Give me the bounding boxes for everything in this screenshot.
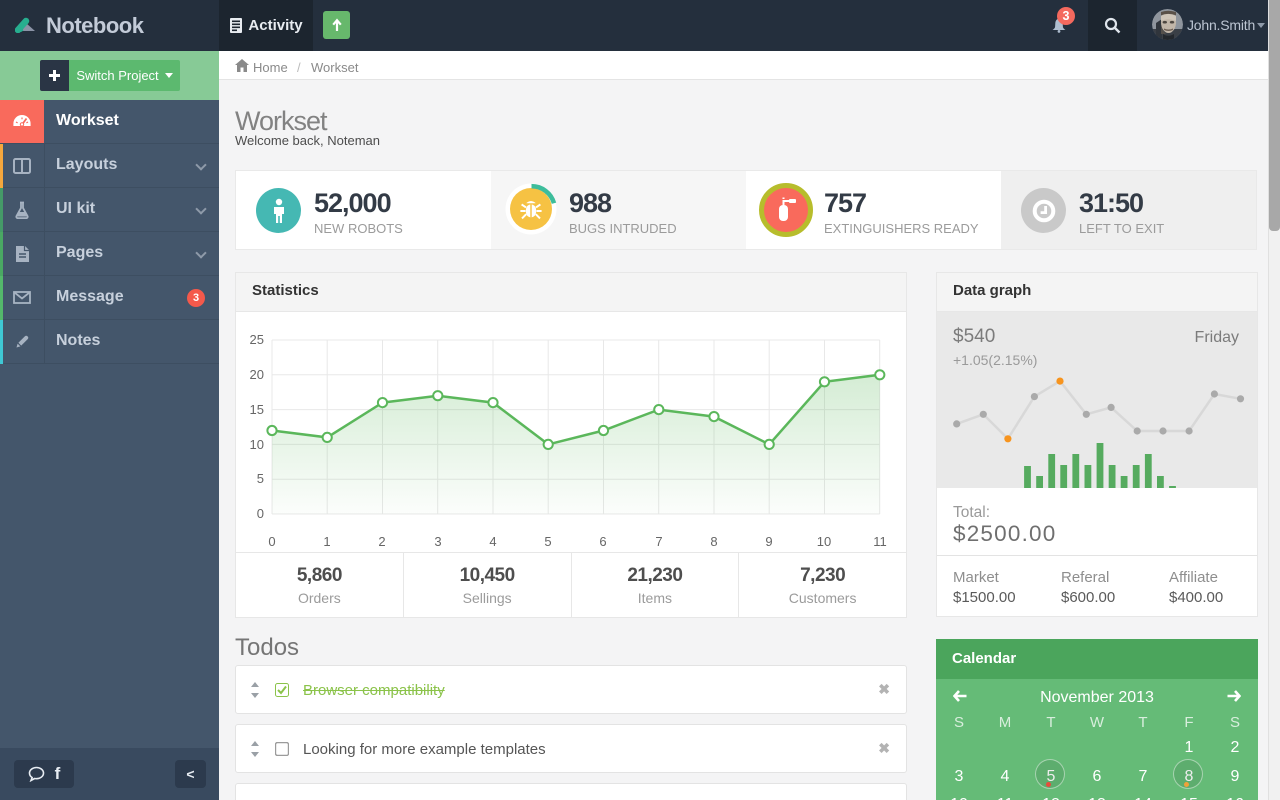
svg-text:0: 0 — [268, 534, 275, 549]
svg-text:7: 7 — [655, 534, 662, 549]
svg-text:4: 4 — [489, 534, 496, 549]
svg-text:1: 1 — [323, 534, 330, 549]
svg-text:10: 10 — [250, 437, 264, 452]
svg-text:2: 2 — [378, 534, 385, 549]
svg-text:20: 20 — [250, 367, 264, 382]
svg-text:11: 11 — [873, 534, 887, 549]
svg-text:10: 10 — [817, 534, 831, 549]
svg-text:3: 3 — [434, 534, 441, 549]
svg-text:9: 9 — [765, 534, 772, 549]
svg-text:15: 15 — [250, 402, 264, 417]
svg-text:8: 8 — [710, 534, 717, 549]
svg-text:0: 0 — [257, 506, 264, 521]
svg-text:5: 5 — [257, 471, 264, 486]
svg-text:25: 25 — [250, 332, 264, 347]
svg-text:6: 6 — [599, 534, 606, 549]
svg-text:5: 5 — [544, 534, 551, 549]
